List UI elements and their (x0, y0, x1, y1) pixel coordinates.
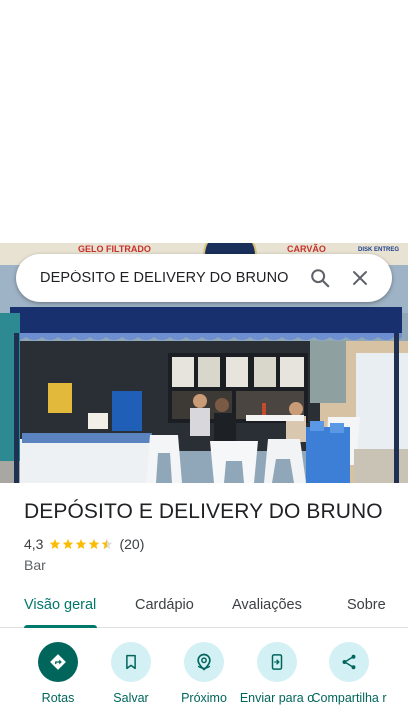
photo-sign-far-right: DISK ENTREG (358, 247, 399, 253)
share-button[interactable]: Compartilha r (311, 642, 387, 706)
tab-overview[interactable]: Visão geral (24, 597, 96, 613)
save-button[interactable]: Salvar (93, 642, 169, 706)
share-label: Compartilha r (311, 691, 387, 705)
rating-stars (49, 538, 114, 550)
nearby-button[interactable]: Próximo (166, 642, 242, 706)
tab-reviews[interactable]: Avaliações (232, 597, 302, 613)
tab-about[interactable]: Sobre (347, 597, 386, 613)
send-to-phone-label: Enviar para o (239, 691, 315, 705)
search-icon (311, 269, 330, 288)
review-count[interactable]: (20) (119, 536, 144, 552)
map-area[interactable] (0, 0, 408, 243)
nearby-label: Próximo (181, 691, 227, 705)
share-icon (342, 654, 356, 670)
place-info: DEPÓSITO E DELIVERY DO BRUNO 4,3 (20) Ba… (24, 500, 392, 573)
save-button-circle[interactable] (111, 642, 151, 682)
send-to-phone-icon (271, 654, 283, 670)
tab-bar: Visão geral Cardápio Avaliações Sobre (0, 583, 408, 628)
rating-value: 4,3 (24, 536, 44, 552)
star-icon (89, 539, 100, 549)
photo-sign-left: GELO FILTRADO (78, 244, 151, 254)
search-input[interactable]: DEPÓSITO E DELIVERY DO BRUNO (40, 270, 300, 286)
star-half-icon (102, 539, 113, 549)
photo-sign-right: CARVÃO (287, 244, 326, 254)
rating-row[interactable]: 4,3 (20) (24, 536, 392, 552)
active-tab-indicator (24, 625, 97, 628)
send-to-phone-button[interactable]: Enviar para o (239, 642, 315, 706)
place-title: DEPÓSITO E DELIVERY DO BRUNO (24, 500, 383, 523)
star-icon (76, 539, 87, 549)
action-bar: Rotas Salvar Próximo Enviar para o Compa… (0, 642, 408, 726)
star-icon (63, 539, 74, 549)
share-button-circle[interactable] (329, 642, 369, 682)
nearby-icon (197, 653, 211, 671)
search-bar[interactable]: DEPÓSITO E DELIVERY DO BRUNO (16, 254, 392, 302)
place-category[interactable]: Bar (24, 557, 392, 573)
directions-button-circle[interactable] (38, 642, 78, 682)
close-icon (353, 271, 367, 285)
send-to-phone-button-circle[interactable] (257, 642, 297, 682)
bookmark-icon (126, 654, 136, 670)
star-icon (50, 539, 61, 549)
directions-label: Rotas (41, 691, 75, 705)
search-button[interactable] (300, 258, 340, 298)
clear-search-button[interactable] (340, 258, 380, 298)
directions-icon (50, 654, 66, 670)
save-label: Salvar (113, 691, 149, 705)
directions-button[interactable]: Rotas (20, 642, 96, 706)
nearby-button-circle[interactable] (184, 642, 224, 682)
tab-menu[interactable]: Cardápio (135, 597, 194, 613)
